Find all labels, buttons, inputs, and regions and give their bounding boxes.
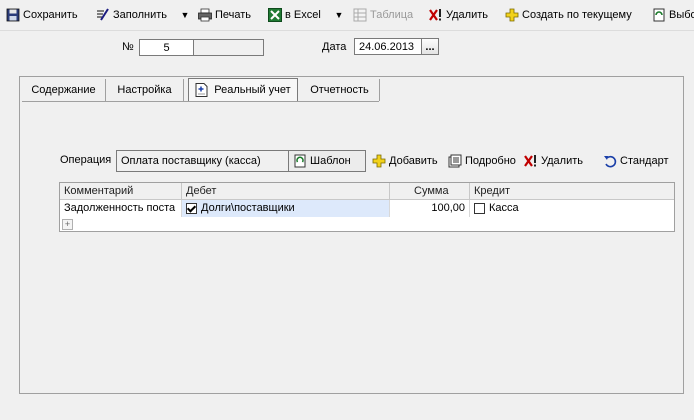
column-header-debit[interactable]: Дебет: [182, 183, 390, 199]
save-button[interactable]: Сохранить: [6, 7, 78, 23]
date-label: Дата: [322, 41, 347, 53]
tab-content-label: Содержание: [31, 84, 96, 96]
add-button[interactable]: Добавить: [372, 153, 438, 169]
document-icon: [195, 83, 208, 97]
tab-reporting[interactable]: Отчетность: [300, 79, 380, 101]
print-label: Печать: [215, 9, 252, 21]
tab-settings-label: Настройка: [117, 84, 172, 96]
plus-icon: [372, 154, 386, 168]
date-value: 24.06.2013: [359, 40, 415, 53]
operation-label: Операция: [60, 154, 112, 166]
row-delete-label: Удалить: [541, 155, 583, 167]
tab-real-accounting-label: Реальный учет: [214, 84, 291, 96]
fill-icon: [96, 8, 110, 22]
detail-button[interactable]: Подробно: [448, 153, 516, 169]
excel-button[interactable]: в Excel: [268, 7, 321, 23]
column-header-amount[interactable]: Сумма: [390, 183, 470, 199]
column-header-comment[interactable]: Комментарий: [60, 183, 182, 199]
entries-grid: Комментарий Дебет Сумма Кредит Задолженн…: [59, 182, 675, 232]
date-field[interactable]: 24.06.2013: [354, 38, 422, 55]
tab-reporting-label: Отчетность: [310, 84, 369, 96]
credit-checkbox[interactable]: [474, 203, 485, 214]
date-picker-label: ...: [425, 40, 435, 53]
print-button[interactable]: Печать: [198, 7, 251, 23]
row-delete-button[interactable]: Удалить: [524, 153, 583, 169]
cell-debit[interactable]: Долги\поставщики: [182, 200, 390, 217]
add-row-button[interactable]: +: [62, 219, 73, 230]
tab-divider: [22, 101, 379, 102]
template-icon: [293, 154, 307, 168]
number-extra-field: [193, 39, 264, 56]
table-button[interactable]: Таблица: [353, 7, 413, 23]
debit-checkbox[interactable]: [186, 203, 197, 214]
tab-content[interactable]: Содержание: [22, 79, 106, 101]
grid-header: Комментарий Дебет Сумма Кредит: [60, 183, 674, 200]
amount-value: 100,00: [431, 202, 465, 214]
printer-icon: [198, 8, 212, 22]
operation-field[interactable]: Оплата поставщику (касса): [116, 150, 289, 172]
add-label: Добавить: [389, 155, 438, 167]
floppy-disk-icon: [6, 8, 20, 22]
standard-button[interactable]: Стандарт: [603, 153, 669, 169]
operation-value: Оплата поставщику (касса): [121, 155, 261, 167]
plus-icon: [505, 8, 519, 22]
delete-label: Удалить: [446, 9, 488, 21]
cell-credit[interactable]: Касса: [470, 200, 674, 217]
select-document-icon: [652, 8, 666, 22]
undo-arrow-icon: [603, 154, 617, 168]
cell-amount[interactable]: 100,00: [390, 200, 470, 217]
column-header-credit[interactable]: Кредит: [470, 183, 674, 199]
cell-comment[interactable]: Задолженность поста: [60, 200, 182, 217]
number-label: №: [122, 41, 134, 53]
detail-label: Подробно: [465, 155, 516, 167]
fill-dropdown-arrow-icon[interactable]: ▼: [180, 7, 190, 23]
excel-icon: [268, 8, 282, 22]
tab-settings[interactable]: Настройка: [106, 79, 184, 101]
excel-label: в Excel: [285, 9, 321, 21]
save-label: Сохранить: [23, 9, 78, 21]
table-icon: [353, 8, 367, 22]
standard-label: Стандарт: [620, 155, 669, 167]
details-icon: [448, 154, 462, 168]
template-label: Шаблон: [310, 155, 351, 167]
toolbar: Сохранить Заполнить ▼ Печать в Excel ▼ Т…: [0, 0, 694, 31]
date-picker-button[interactable]: ...: [421, 38, 439, 55]
select-label: Выбо: [669, 9, 694, 21]
number-value: 5: [163, 41, 170, 54]
tab-real-accounting[interactable]: Реальный учет: [188, 78, 298, 102]
debit-value: Долги\поставщики: [201, 202, 295, 214]
create-from-current-button[interactable]: Создать по текущему: [505, 7, 632, 23]
fill-button[interactable]: Заполнить: [96, 7, 167, 23]
tab-panel: [19, 76, 684, 394]
delete-x-icon: [524, 154, 538, 168]
fill-label: Заполнить: [113, 9, 168, 21]
delete-button[interactable]: Удалить: [429, 7, 488, 23]
number-field[interactable]: 5: [139, 39, 194, 56]
credit-value: Касса: [489, 202, 519, 214]
delete-x-icon: [429, 8, 443, 22]
excel-dropdown-arrow-icon[interactable]: ▼: [334, 7, 344, 23]
comment-value: Задолженность поста: [64, 202, 176, 214]
select-button[interactable]: Выбо: [652, 7, 694, 23]
create-from-current-label: Создать по текущему: [522, 9, 632, 21]
table-label: Таблица: [370, 9, 414, 21]
template-button[interactable]: Шаблон: [288, 150, 366, 172]
